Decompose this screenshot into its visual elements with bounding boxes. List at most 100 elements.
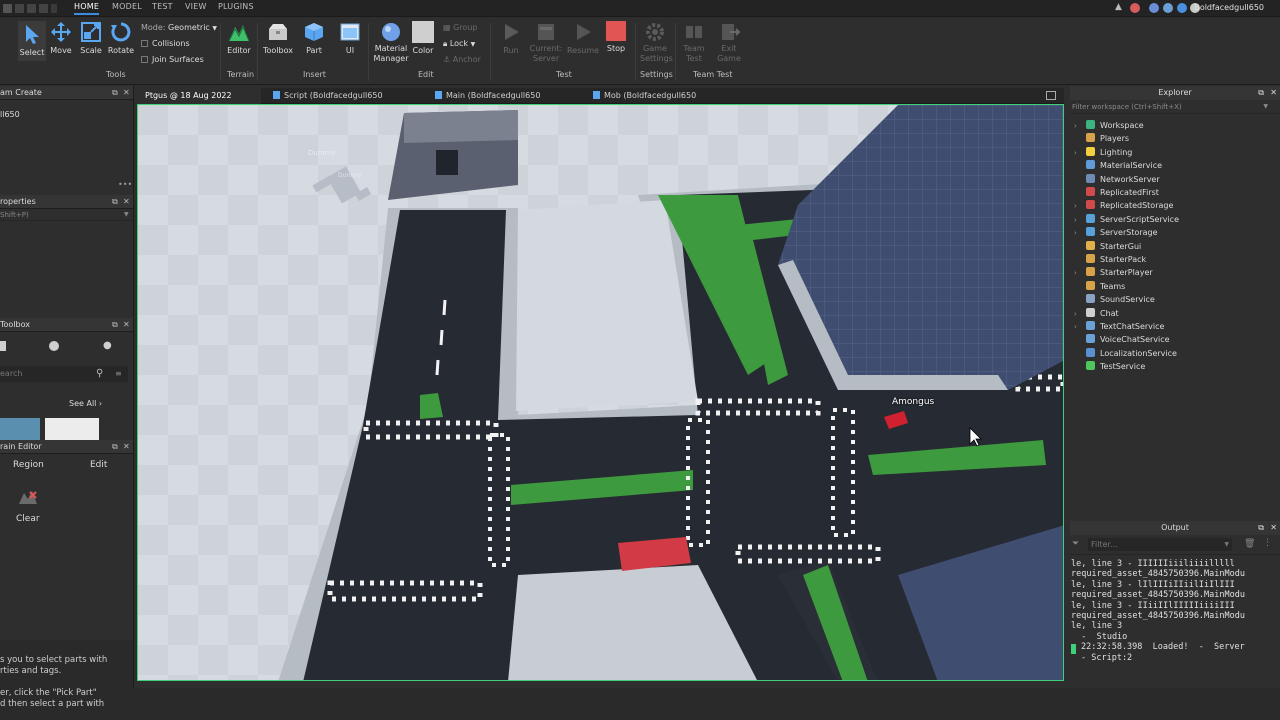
grid-icon[interactable]	[0, 341, 6, 351]
explorer-item[interactable]: TestService	[1074, 360, 1145, 373]
toolbox-search[interactable]: earch ⚲ ≡	[0, 366, 128, 382]
tab-edit[interactable]: Edit	[90, 460, 107, 470]
chevron-right-icon[interactable]: ›	[1074, 120, 1086, 133]
tab-mob[interactable]: Mob (Boldfacedgull650 Editing)✕	[583, 88, 738, 116]
explorer-item[interactable]: SoundService	[1074, 293, 1155, 306]
tab-test[interactable]: TEST	[152, 2, 173, 11]
part-button[interactable]: Part	[300, 21, 328, 55]
stop-button[interactable]: Stop	[603, 21, 629, 53]
username[interactable]: Boldfacedgull650	[1194, 3, 1264, 12]
see-all-link[interactable]: See All ›	[69, 399, 102, 408]
close-icon[interactable]: ✕	[1270, 521, 1277, 535]
collapse-icon[interactable]: ▲	[1115, 2, 1122, 12]
save-icon[interactable]	[15, 4, 24, 13]
share-icon[interactable]	[1163, 3, 1173, 13]
undo-icon[interactable]	[27, 4, 36, 13]
chevron-right-icon[interactable]: ›	[1074, 200, 1086, 213]
explorer-item[interactable]: › TextChatService	[1074, 320, 1164, 333]
collisions-toggle[interactable]: Collisions	[141, 39, 190, 48]
current-server-button[interactable]: Current: Server	[528, 21, 564, 64]
chevron-right-icon[interactable]: ›	[1074, 227, 1086, 240]
tab-home[interactable]: HOME	[74, 2, 100, 15]
dock-icon[interactable]: ⧉	[1258, 521, 1264, 535]
team-test-button[interactable]: Team Test	[681, 21, 707, 64]
lock-button[interactable]: 🔒︎ Lock ▼	[443, 39, 475, 49]
select-button[interactable]: Select	[18, 21, 46, 61]
maximize-icon[interactable]	[1046, 91, 1056, 100]
run-button[interactable]: Run	[497, 21, 525, 55]
team-user[interactable]: ll650	[0, 110, 133, 119]
help-icon[interactable]	[1149, 3, 1159, 13]
tab-region[interactable]: Region	[13, 460, 44, 470]
chevron-right-icon[interactable]: ›	[1074, 308, 1086, 321]
ui-button[interactable]: UI	[337, 21, 363, 55]
globe-icon[interactable]	[1177, 3, 1187, 13]
tab-plugins[interactable]: PLUGINS	[218, 2, 254, 11]
join-surfaces-toggle[interactable]: Join Surfaces	[141, 55, 204, 64]
clock-icon[interactable]	[49, 341, 59, 351]
close-icon[interactable]: ✕	[123, 86, 130, 100]
more-icon[interactable]: •••	[118, 180, 132, 189]
tab-model[interactable]: MODEL	[112, 2, 142, 11]
dock-icon[interactable]: ⧉	[112, 318, 118, 332]
mode-selector[interactable]: Mode: Geometric ▼	[141, 23, 217, 32]
close-icon[interactable]: ✕	[123, 195, 130, 209]
explorer-item[interactable]: VoiceChatService	[1074, 333, 1170, 346]
explorer-item[interactable]: › ServerStorage	[1074, 226, 1158, 239]
close-icon[interactable]: ✕	[123, 440, 130, 454]
chevron-right-icon[interactable]: ›	[1074, 147, 1086, 160]
file-icon[interactable]	[3, 4, 12, 13]
game-settings-button[interactable]: Game Settings	[640, 21, 673, 64]
dock-icon[interactable]: ⧉	[112, 86, 118, 100]
material-manager-button[interactable]: Material Manager	[372, 21, 410, 64]
explorer-item[interactable]: Teams	[1074, 280, 1125, 293]
chevron-right-icon[interactable]: ›	[1074, 214, 1086, 227]
output-filter-input[interactable]: Filter... ▼	[1088, 538, 1232, 551]
explorer-item[interactable]: MaterialService	[1074, 159, 1162, 172]
explorer-item[interactable]: ReplicatedFirst	[1074, 186, 1159, 199]
lightbulb-icon[interactable]: ●	[103, 340, 112, 351]
explorer-item[interactable]: › Workspace	[1074, 119, 1144, 132]
close-icon[interactable]: ✕	[1270, 86, 1277, 100]
explorer-filter[interactable]: Filter workspace (Ctrl+Shift+X) ▼	[1070, 100, 1280, 114]
scale-button[interactable]: Scale	[78, 21, 104, 55]
more-icon[interactable]: ⋮	[1263, 538, 1272, 548]
toolbox-button[interactable]: Toolbox	[262, 21, 294, 55]
chevron-right-icon[interactable]: ›	[1074, 321, 1086, 334]
explorer-item[interactable]: › Lighting	[1074, 146, 1132, 159]
rotate-button[interactable]: Rotate	[107, 21, 135, 55]
explorer-item-label: LocalizationService	[1100, 348, 1177, 358]
redo-icon[interactable]	[39, 4, 48, 13]
explorer-item[interactable]: › ServerScriptService	[1074, 213, 1179, 226]
dropdown-icon[interactable]	[51, 4, 57, 13]
explorer-item[interactable]: NetworkServer	[1074, 173, 1160, 186]
explorer-item[interactable]: › StarterPlayer	[1074, 266, 1153, 279]
asset-thumbnail[interactable]	[0, 418, 40, 440]
tab-place[interactable]: Ptgus @ 18 Aug 2022 22:32✕	[137, 88, 261, 116]
tab-view[interactable]: VIEW	[185, 2, 207, 11]
3d-viewport[interactable]: Amongus Dummy Dummy	[137, 104, 1064, 681]
dock-icon[interactable]: ⧉	[1258, 86, 1264, 100]
tab-script[interactable]: Script (Boldfacedgull650 Editing)✕	[263, 88, 423, 116]
close-icon[interactable]: ✕	[123, 318, 130, 332]
explorer-item[interactable]: Players	[1074, 132, 1129, 145]
clear-button[interactable]: Clear	[16, 514, 40, 524]
color-button[interactable]: Color	[410, 21, 436, 55]
explorer-item[interactable]: StarterPack	[1074, 253, 1146, 266]
terrain-editor-button[interactable]: Editor	[225, 21, 253, 55]
explorer-item[interactable]: › ReplicatedStorage	[1074, 199, 1173, 212]
tab-main[interactable]: Main (Boldfacedgull650 Editing)✕	[425, 88, 580, 116]
asset-thumbnail[interactable]	[45, 418, 99, 440]
dock-icon[interactable]: ⧉	[112, 440, 118, 454]
move-button[interactable]: Move	[48, 21, 74, 55]
chevron-right-icon[interactable]: ›	[1074, 267, 1086, 280]
explorer-item[interactable]: LocalizationService	[1074, 347, 1177, 360]
dock-icon[interactable]: ⧉	[112, 195, 118, 209]
properties-filter[interactable]: Shift+P) ▼	[0, 209, 133, 221]
trash-icon[interactable]: 🗑︎	[1244, 539, 1255, 549]
explorer-item[interactable]: StarterGui	[1074, 240, 1141, 253]
exit-game-button[interactable]: Exit Game	[716, 21, 742, 64]
explorer-item[interactable]: › Chat	[1074, 307, 1119, 320]
resume-button[interactable]: Resume	[566, 21, 600, 55]
notification-icon[interactable]	[1130, 3, 1140, 13]
